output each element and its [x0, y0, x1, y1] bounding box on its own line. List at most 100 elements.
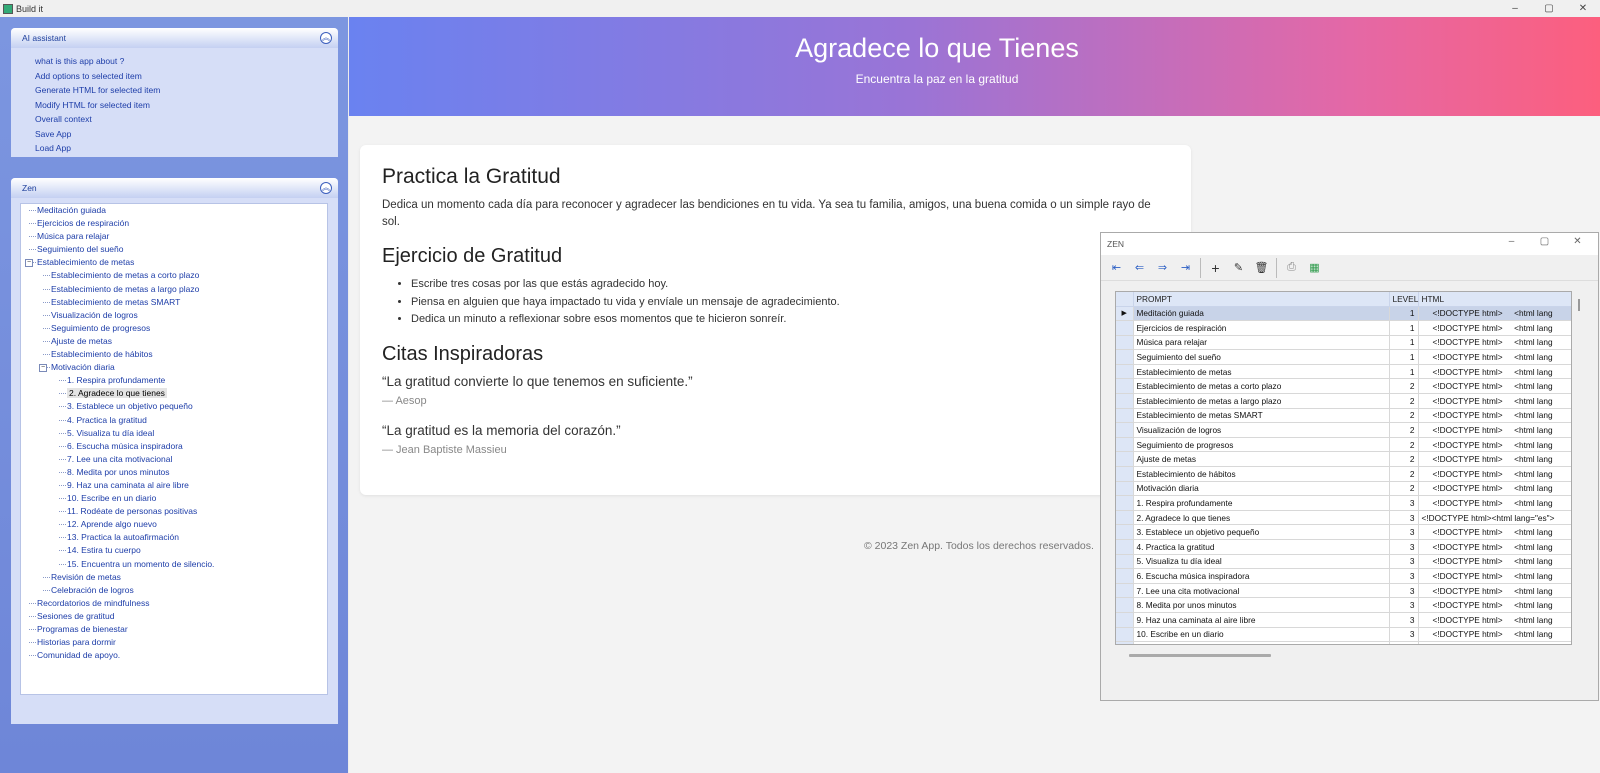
- row-indicator[interactable]: [1116, 320, 1134, 336]
- cell-prompt[interactable]: Establecimiento de hábitos: [1133, 466, 1390, 482]
- cell-level[interactable]: 2: [1389, 451, 1419, 468]
- table-row[interactable]: Seguimiento del sueño 1 <!DOCTYPE html> <h…: [1116, 349, 1571, 365]
- table-row[interactable]: 5. Visualiza tu día ideal 3 <!DOCTYPE html…: [1116, 554, 1571, 570]
- ai-menu-item[interactable]: Generate HTML for selected item: [35, 83, 338, 98]
- tree-item[interactable]: 14. Estira tu cuerpo: [21, 544, 327, 557]
- row-indicator[interactable]: [1116, 393, 1134, 409]
- cell-prompt[interactable]: Música para relajar: [1133, 335, 1390, 351]
- row-indicator[interactable]: [1116, 466, 1134, 482]
- tree-item[interactable]: Establecimiento de metas a corto plazo: [21, 269, 327, 282]
- ai-menu-item[interactable]: Load App: [35, 141, 338, 156]
- tree-item[interactable]: 2. Agradece lo que tienes: [21, 387, 327, 400]
- tree-item[interactable]: Seguimiento del sueño: [21, 243, 327, 256]
- tree-item[interactable]: 1. Respira profundamente: [21, 374, 327, 387]
- cell-level[interactable]: 2: [1389, 408, 1419, 424]
- table-row[interactable]: 1. Respira profundamente 3 <!DOCTYPE html>…: [1116, 495, 1571, 511]
- tree-item[interactable]: Revisión de metas: [21, 571, 327, 584]
- cell-prompt[interactable]: 10. Escribe en un diario: [1133, 627, 1390, 643]
- next-record-icon[interactable]: ⇒: [1151, 258, 1174, 278]
- table-row[interactable]: 10. Escribe en un diario 3 <!DOCTYPE html>…: [1116, 627, 1571, 643]
- tree-item[interactable]: Recordatorios de mindfulness: [21, 597, 327, 610]
- zen-tree-header[interactable]: Zen ︽: [11, 178, 338, 198]
- table-row[interactable]: 7. Lee una cita motivacional 3 <!DOCTYPE h…: [1116, 583, 1571, 599]
- tree-item[interactable]: 4. Practica la gratitud: [21, 414, 327, 427]
- tree-item[interactable]: 8. Medita por unos minutos: [21, 466, 327, 479]
- cell-prompt[interactable]: 7. Lee una cita motivacional: [1133, 583, 1390, 599]
- cell-prompt[interactable]: Establecimiento de metas: [1133, 364, 1390, 380]
- tree-collapse-icon[interactable]: −: [39, 364, 47, 373]
- cell-html[interactable]: <!DOCTYPE html> <html lang: [1418, 568, 1571, 584]
- tree-item[interactable]: 13. Practica la autoafirmación: [21, 531, 327, 544]
- cell-level[interactable]: 3: [1389, 597, 1419, 613]
- tree-item[interactable]: 3. Establece un objetivo pequeño: [21, 400, 327, 413]
- cell-html[interactable]: <!DOCTYPE html> <html lang: [1418, 481, 1571, 497]
- table-row[interactable]: 3. Establece un objetivo pequeño 3 <!DOCTY…: [1116, 524, 1571, 540]
- cell-level[interactable]: 3: [1389, 568, 1419, 584]
- row-indicator[interactable]: [1116, 641, 1134, 644]
- row-indicator[interactable]: [1116, 408, 1134, 424]
- table-row[interactable]: Establecimiento de metas SMART 2 <!DOCTYPE…: [1116, 408, 1571, 424]
- row-indicator[interactable]: [1116, 597, 1134, 613]
- cell-html[interactable]: <!DOCTYPE html> <html lang: [1418, 495, 1571, 511]
- vertical-scrollbar[interactable]: [1578, 299, 1580, 311]
- tree-item[interactable]: Historias para dormir: [21, 636, 327, 649]
- cell-prompt[interactable]: Ajuste de metas: [1133, 451, 1390, 468]
- cell-html[interactable]: <!DOCTYPE html> <html lang: [1418, 320, 1571, 336]
- ai-menu-item[interactable]: Modify HTML for selected item: [35, 98, 338, 113]
- tree-item[interactable]: Sesiones de gratitud: [21, 610, 327, 623]
- prev-record-icon[interactable]: ⇐: [1128, 258, 1151, 278]
- cell-prompt[interactable]: Establecimiento de metas a largo plazo: [1133, 393, 1390, 409]
- cell-prompt[interactable]: 3. Establece un objetivo pequeño: [1133, 524, 1390, 540]
- cell-level[interactable]: 3: [1389, 627, 1419, 643]
- cell-prompt[interactable]: Seguimiento de progresos: [1133, 437, 1390, 453]
- cell-level[interactable]: 3: [1389, 583, 1419, 599]
- cell-html[interactable]: <!DOCTYPE html> <html lang: [1418, 466, 1571, 482]
- table-row[interactable]: Visualización de logros 2 <!DOCTYPE html> …: [1116, 422, 1571, 438]
- cell-level[interactable]: 1: [1389, 320, 1419, 336]
- row-indicator[interactable]: [1116, 451, 1134, 468]
- row-indicator[interactable]: [1116, 481, 1134, 497]
- close-button[interactable]: ✕: [1566, 0, 1600, 17]
- tree-item[interactable]: 12. Aprende algo nuevo: [21, 518, 327, 531]
- collapse-icon[interactable]: ︽: [320, 182, 332, 194]
- ai-menu-item[interactable]: what is this app about ?: [35, 54, 338, 69]
- tree-item[interactable]: Establecimiento de metas SMART: [21, 296, 327, 309]
- cell-prompt[interactable]: Establecimiento de metas a corto plazo: [1133, 378, 1390, 395]
- close-button[interactable]: ✕: [1561, 236, 1594, 247]
- cell-html[interactable]: <!DOCTYPE html> <html lang: [1418, 612, 1571, 628]
- tree-item[interactable]: Ejercicios de respiración: [21, 217, 327, 230]
- table-row[interactable]: Motivación diaria 2 <!DOCTYPE html> <html …: [1116, 481, 1571, 497]
- cell-prompt[interactable]: Meditación guiada: [1133, 306, 1390, 322]
- edit-icon[interactable]: ✎: [1227, 258, 1250, 278]
- cell-level[interactable]: 3: [1389, 510, 1419, 526]
- tree-item[interactable]: 11. Rodéate de personas positivas: [21, 505, 327, 518]
- row-indicator[interactable]: [1116, 495, 1134, 511]
- tree-collapse-icon[interactable]: −: [25, 259, 33, 268]
- tree-item[interactable]: Comunidad de apoyo.: [21, 649, 327, 662]
- cell-html[interactable]: <!DOCTYPE html> <html lang: [1418, 335, 1571, 351]
- table-row[interactable]: 8. Medita por unos minutos 3 <!DOCTYPE htm…: [1116, 597, 1571, 613]
- table-row[interactable]: ▶ Meditación guiada 1 <!DOCTYPE html> <html…: [1116, 306, 1571, 322]
- tree-item[interactable]: Celebración de logros: [21, 584, 327, 597]
- row-indicator[interactable]: ▶: [1116, 306, 1134, 322]
- ai-menu-item[interactable]: Save App: [35, 127, 338, 142]
- table-row[interactable]: Establecimiento de metas 1 <!DOCTYPE html>…: [1116, 364, 1571, 380]
- cell-level[interactable]: 2: [1389, 481, 1419, 497]
- cell-prompt[interactable]: 4. Practica la gratitud: [1133, 539, 1390, 555]
- cell-html[interactable]: <!DOCTYPE html> <html lang: [1418, 364, 1571, 380]
- tree-item[interactable]: 10. Escribe en un diario: [21, 492, 327, 505]
- cell-level[interactable]: 1: [1389, 364, 1419, 380]
- tree-item[interactable]: Visualización de logros: [21, 309, 327, 322]
- cell-html[interactable]: <!DOCTYPE html> <html lang: [1418, 349, 1571, 365]
- tree-item[interactable]: Música para relajar: [21, 230, 327, 243]
- tree-item[interactable]: − Motivación diaria: [21, 361, 327, 374]
- cell-level[interactable]: 2: [1389, 466, 1419, 482]
- minimize-button[interactable]: –: [1498, 0, 1532, 17]
- cell-prompt[interactable]: 1. Respira profundamente: [1133, 495, 1390, 511]
- cell-level[interactable]: 3: [1389, 554, 1419, 570]
- cell-html[interactable]: <!DOCTYPE html> <html lang: [1418, 393, 1571, 409]
- ai-menu-item[interactable]: Overall context: [35, 112, 338, 127]
- cell-html[interactable]: <!DOCTYPE html> <html lang: [1418, 641, 1571, 644]
- tree-item[interactable]: Programas de bienestar: [21, 623, 327, 636]
- column-header-html[interactable]: HTML: [1418, 292, 1571, 307]
